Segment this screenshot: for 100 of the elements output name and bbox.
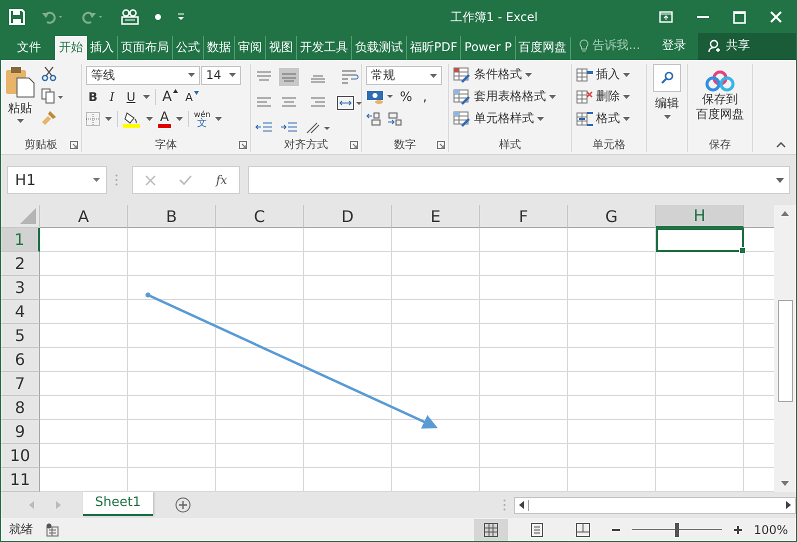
- macro-record-icon[interactable]: [45, 522, 59, 536]
- cancel-icon[interactable]: [144, 174, 156, 186]
- wrap-text-icon[interactable]: [341, 70, 359, 84]
- styles-menu-button[interactable]: 单元格样式: [453, 110, 567, 127]
- table-cell[interactable]: [128, 252, 216, 276]
- ribbon-tab[interactable]: 插入: [87, 36, 117, 60]
- font-color-button[interactable]: A: [158, 110, 171, 128]
- font-style-button[interactable]: I: [105, 90, 119, 104]
- row-header[interactable]: 6: [1, 348, 40, 372]
- select-all-corner[interactable]: [1, 205, 40, 228]
- zoom-level[interactable]: 100%: [754, 522, 788, 536]
- sheet-tab[interactable]: Sheet1: [83, 492, 153, 516]
- column-header[interactable]: H: [656, 205, 744, 228]
- align-left-icon[interactable]: [256, 97, 272, 110]
- table-cell[interactable]: [216, 420, 304, 444]
- table-cell[interactable]: [568, 324, 656, 348]
- normal-view-button[interactable]: [474, 518, 508, 540]
- table-cell[interactable]: [656, 420, 744, 444]
- table-cell[interactable]: [304, 444, 392, 468]
- table-cell[interactable]: [392, 252, 480, 276]
- table-cell[interactable]: [216, 324, 304, 348]
- align-center-icon[interactable]: [281, 97, 297, 110]
- table-cell[interactable]: [392, 300, 480, 324]
- table-cell[interactable]: [656, 444, 744, 468]
- styles-menu-button[interactable]: 条件格式: [453, 66, 567, 83]
- column-header[interactable]: [744, 205, 774, 228]
- table-cell[interactable]: [216, 252, 304, 276]
- table-cell[interactable]: [40, 324, 128, 348]
- table-cell[interactable]: [216, 300, 304, 324]
- caret-icon[interactable]: [146, 117, 153, 121]
- ribbon-tab[interactable]: 文件: [1, 36, 55, 60]
- table-cell[interactable]: [40, 348, 128, 372]
- ribbon-display-icon[interactable]: [659, 11, 673, 23]
- row-header[interactable]: 1: [1, 228, 40, 252]
- cells-menu-button[interactable]: 删除: [576, 88, 642, 105]
- table-cell[interactable]: [304, 420, 392, 444]
- table-cell[interactable]: [216, 444, 304, 468]
- table-cell[interactable]: [656, 396, 744, 420]
- table-cell[interactable]: [304, 372, 392, 396]
- currency-icon[interactable]: [366, 89, 394, 105]
- undo-icon[interactable]: [41, 10, 65, 24]
- table-cell[interactable]: [392, 228, 480, 252]
- table-cell[interactable]: [568, 372, 656, 396]
- table-cell[interactable]: [480, 372, 568, 396]
- editing-button[interactable]: 编辑: [653, 64, 681, 152]
- borders-icon[interactable]: [86, 112, 100, 126]
- table-cell[interactable]: [40, 276, 128, 300]
- table-cell[interactable]: [40, 396, 128, 420]
- dialog-launcher-icon[interactable]: [70, 141, 78, 149]
- table-cell[interactable]: [128, 444, 216, 468]
- number-format-dropdown[interactable]: 常规: [366, 66, 442, 85]
- name-box[interactable]: H1: [7, 166, 107, 194]
- scroll-right-icon[interactable]: [786, 501, 791, 509]
- table-cell[interactable]: [216, 228, 304, 252]
- grow-font-button[interactable]: A: [161, 89, 179, 105]
- column-header[interactable]: G: [568, 205, 656, 228]
- table-cell[interactable]: [216, 372, 304, 396]
- merge-center-icon[interactable]: [337, 96, 363, 110]
- styles-menu-button[interactable]: 套用表格格式: [453, 88, 567, 105]
- minimize-icon[interactable]: [697, 16, 709, 18]
- scroll-down-icon[interactable]: [781, 481, 790, 486]
- text-orientation-icon[interactable]: [305, 121, 331, 136]
- table-cell[interactable]: [656, 252, 744, 276]
- expand-caret-icon[interactable]: [776, 178, 784, 182]
- previous-sheet-icon[interactable]: [29, 501, 34, 509]
- row-header[interactable]: 11: [1, 468, 40, 492]
- fill-color-icon[interactable]: [123, 110, 141, 128]
- cells-menu-button[interactable]: 插入: [576, 66, 642, 83]
- table-cell[interactable]: [480, 276, 568, 300]
- column-header[interactable]: C: [216, 205, 304, 228]
- copy-icon[interactable]: [41, 88, 63, 104]
- scissors-icon[interactable]: [41, 66, 57, 82]
- table-cell[interactable]: [656, 276, 744, 300]
- row-header[interactable]: 3: [1, 276, 40, 300]
- dialog-launcher-icon[interactable]: [350, 141, 358, 149]
- table-cell[interactable]: [304, 348, 392, 372]
- align-middle-button[interactable]: [279, 68, 299, 86]
- table-cell[interactable]: [128, 324, 216, 348]
- table-cell[interactable]: [480, 396, 568, 420]
- add-sheet-icon[interactable]: [174, 497, 191, 513]
- table-cell[interactable]: [40, 252, 128, 276]
- table-cell[interactable]: [480, 324, 568, 348]
- paste-button[interactable]: 粘贴: [5, 64, 35, 136]
- table-cell[interactable]: [568, 276, 656, 300]
- row-header[interactable]: 4: [1, 300, 40, 324]
- percent-button[interactable]: %: [399, 90, 413, 104]
- table-cell[interactable]: [480, 348, 568, 372]
- row-header[interactable]: 8: [1, 396, 40, 420]
- table-cell[interactable]: [392, 348, 480, 372]
- table-cell[interactable]: [656, 348, 744, 372]
- table-cell[interactable]: [304, 396, 392, 420]
- table-cell[interactable]: [568, 252, 656, 276]
- table-cell[interactable]: [480, 228, 568, 252]
- decrease-indent-icon[interactable]: [255, 122, 273, 134]
- horizontal-scrollbar[interactable]: [514, 496, 796, 514]
- customize-caret-icon[interactable]: [177, 13, 185, 21]
- table-cell[interactable]: [568, 396, 656, 420]
- caret-icon[interactable]: [176, 117, 183, 121]
- align-top-icon[interactable]: [256, 70, 272, 83]
- table-cell[interactable]: [392, 324, 480, 348]
